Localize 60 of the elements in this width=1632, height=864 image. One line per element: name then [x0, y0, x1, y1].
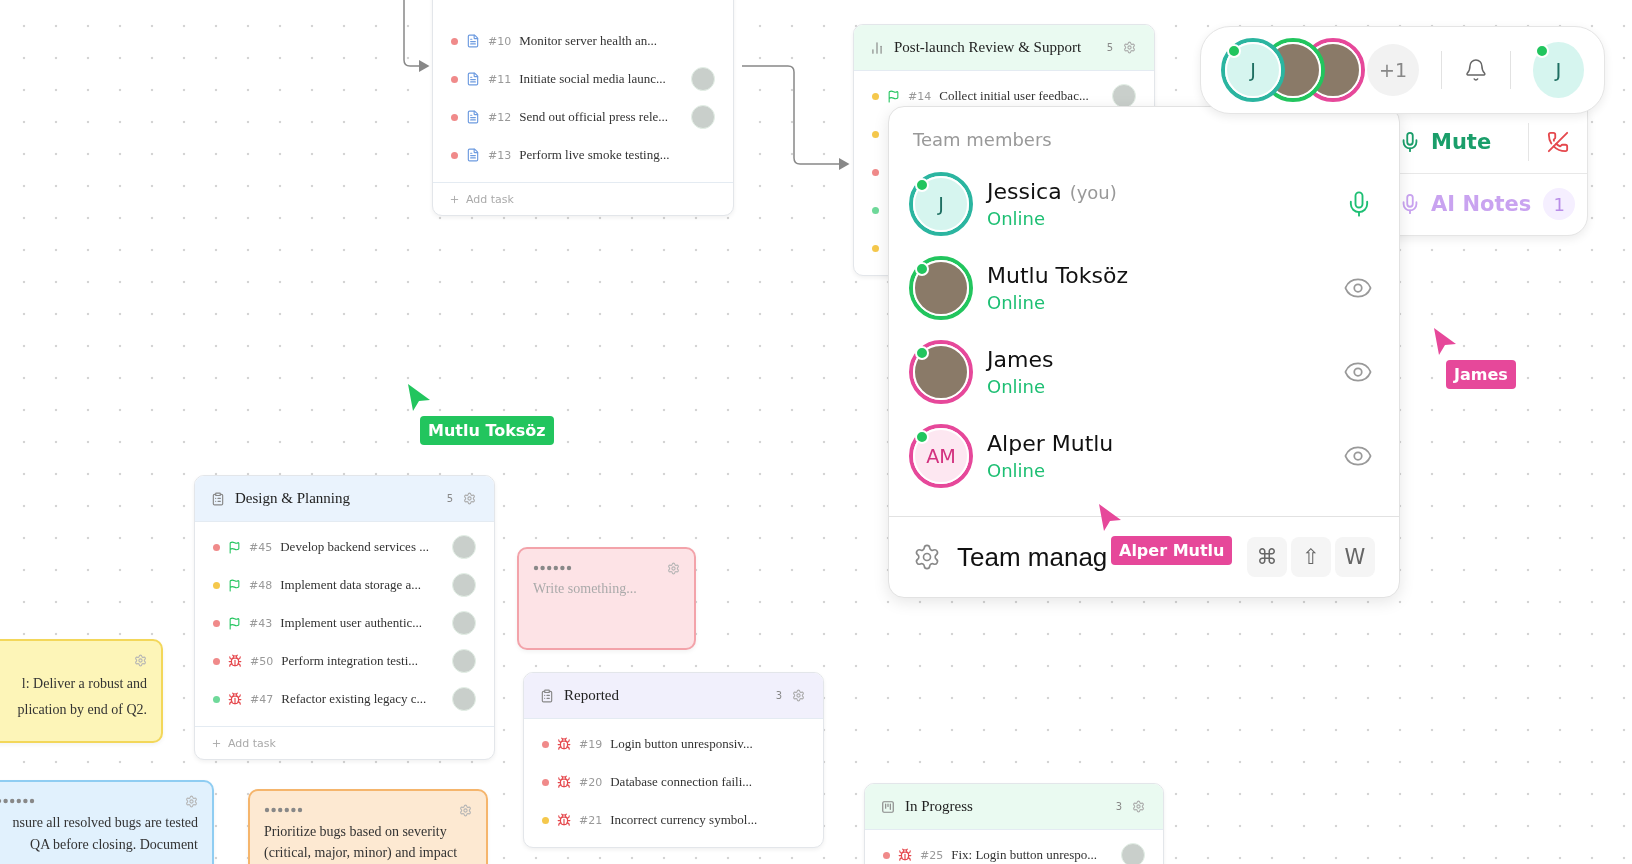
task-title: Database connection faili...	[610, 774, 753, 790]
notes-count-badge: 1	[1543, 188, 1576, 221]
task-title: Monitor server health an...	[519, 33, 658, 49]
task-title: Login button unresponsiv...	[610, 736, 753, 752]
task-title: Refactor existing legacy c...	[281, 691, 427, 707]
task-count: 3	[775, 690, 782, 701]
note-text: Prioritize bugs based on severity (critical, major, minor) and impact	[264, 823, 459, 862]
task-number: #10	[488, 34, 512, 48]
avatar-initials: J	[1555, 58, 1562, 82]
task-number: #47	[250, 692, 274, 706]
task-title: Implement data storage a...	[280, 577, 421, 593]
task-number: #25	[920, 848, 944, 862]
task-number: #21	[579, 813, 603, 827]
task-title: Perform integration testi...	[281, 653, 419, 669]
task-count: 3	[1115, 801, 1122, 812]
task-number: #12	[488, 110, 512, 124]
task-number: #43	[249, 616, 273, 630]
avatar-initials: J	[938, 192, 944, 216]
shortcut-key: W	[1335, 537, 1375, 577]
task-title: Collect initial user feedbac...	[939, 88, 1089, 104]
member-name: James	[987, 347, 1054, 372]
task-number: #13	[488, 148, 512, 162]
task-count: 5	[446, 493, 453, 504]
column-title: Post-launch Review & Support	[894, 39, 1083, 56]
task-number: #45	[249, 540, 273, 554]
note-text: nsure all resolved bugs are tested QA before closing. Document	[11, 814, 198, 854]
task-title: Fix: Login button unrespo...	[951, 847, 1098, 863]
task-title: Perform live smoke testing...	[519, 147, 670, 163]
cursor-label: Mutlu Toksöz	[420, 416, 554, 445]
cursor-label: James	[1446, 360, 1516, 389]
popup-title: Team members	[912, 128, 1053, 152]
member-status: Online	[987, 292, 1047, 313]
cursor-label: Alper Mutlu	[1111, 536, 1233, 565]
member-name: Mutlu Toksöz	[987, 263, 1128, 288]
column-title: In Progress	[905, 798, 974, 815]
avatar-initials: AM	[926, 444, 956, 468]
member-name: Alper Mutlu	[987, 431, 1114, 456]
task-title: Incorrect currency symbol...	[610, 812, 758, 828]
member-name: Jessica	[987, 179, 1062, 204]
task-number: #19	[579, 737, 603, 751]
task-count: 5	[1106, 42, 1113, 53]
member-status: Online	[987, 208, 1047, 229]
task-title: Develop backend services ...	[280, 539, 429, 555]
task-number: #20	[579, 775, 603, 789]
column-title: Design & Planning	[235, 490, 351, 507]
task-number: #11	[488, 72, 512, 86]
task-number: #50	[250, 654, 274, 668]
task-title: Implement user authentic...	[280, 615, 423, 631]
task-title: Send out official press rele...	[519, 109, 669, 125]
column-title: Reported	[564, 687, 620, 704]
you-label: (you)	[1069, 182, 1117, 203]
task-title: Initiate social media launc...	[519, 71, 666, 87]
shortcut-key: ⌘	[1247, 537, 1287, 577]
note-text: l: Deliver a robust and plication by end of Q2.	[16, 675, 147, 719]
task-number: #48	[249, 578, 273, 592]
shortcut-key: ⇧	[1291, 537, 1331, 577]
avatar-initials: J	[1250, 58, 1256, 82]
member-status: Online	[987, 376, 1047, 397]
member-status: Online	[987, 460, 1047, 481]
task-number: #14	[908, 89, 932, 103]
